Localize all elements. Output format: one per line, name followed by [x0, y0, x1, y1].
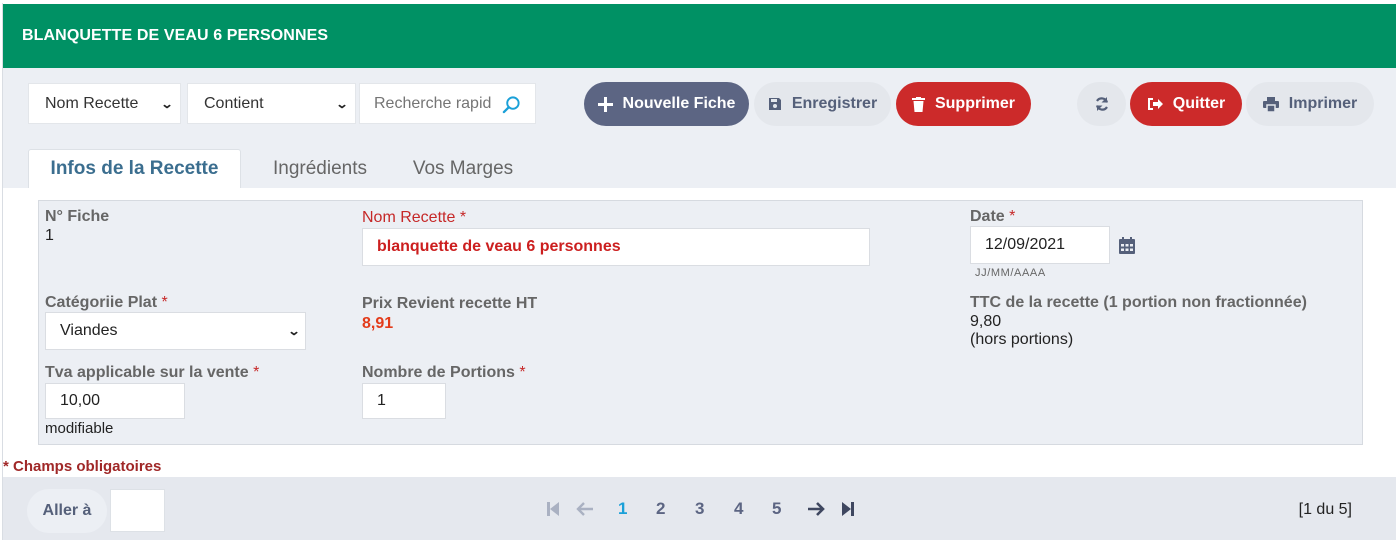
quit-label: Quitter — [1172, 95, 1226, 112]
delete-button[interactable]: Supprimer — [896, 82, 1031, 126]
window-title: BLANQUETTE DE VEAU 6 PERSONNES — [3, 4, 1396, 68]
cost-price-value: 8,91 — [362, 315, 394, 332]
refresh-icon — [1095, 97, 1108, 111]
required-marker: * — [1009, 208, 1016, 225]
search-field-select[interactable]: Nom Recette ⌄ — [28, 83, 181, 124]
required-fields-note: * Champs obligatoires — [3, 458, 162, 475]
next-page-icon[interactable] — [807, 501, 826, 517]
required-marker: * — [161, 294, 168, 311]
tva-note: modifiable — [45, 420, 114, 437]
page-link-5[interactable]: 5 — [772, 499, 781, 519]
pagination-bar: Aller à 1 2 3 4 5 [1 du 5] — [3, 477, 1396, 540]
required-marker: * — [519, 364, 526, 381]
chevron-down-icon: ⌄ — [160, 96, 174, 111]
delete-label: Supprimer — [934, 95, 1015, 112]
category-select-value: Viandes — [60, 322, 118, 339]
recipe-name-label: Nom Recette * — [362, 209, 466, 227]
tva-input[interactable]: 10,00 — [45, 383, 185, 419]
new-record-label: Nouvelle Fiche — [622, 95, 736, 112]
save-button[interactable]: Enregistrer — [754, 82, 891, 126]
chevron-down-icon: ⌄ — [287, 324, 301, 338]
quick-search-input[interactable]: Recherche rapide — [359, 83, 536, 124]
page-link-1[interactable]: 1 — [618, 499, 627, 519]
required-marker: * — [459, 209, 467, 226]
ttc-note: (hors portions) — [970, 331, 1074, 348]
page-link-4[interactable]: 4 — [734, 499, 743, 519]
quit-button[interactable]: Quitter — [1130, 82, 1242, 126]
search-operator-select[interactable]: Contient ⌄ — [187, 83, 356, 124]
refresh-button[interactable] — [1077, 82, 1126, 126]
first-page-icon[interactable] — [547, 501, 560, 517]
category-select[interactable]: Viandes ⌄ — [45, 312, 306, 350]
fiche-number-label: N° Fiche — [45, 208, 110, 225]
category-label-text: Catégoriie Plat — [45, 294, 158, 311]
ttc-label: TTC de la recette (1 portion non fractio… — [970, 294, 1307, 311]
tab-vos-marges[interactable]: Vos Marges — [398, 149, 528, 188]
last-page-icon[interactable] — [841, 501, 854, 517]
portions-label-text: Nombre de Portions — [362, 364, 515, 381]
plus-icon — [597, 96, 613, 112]
recipe-name-input[interactable]: blanquette de veau 6 personnes — [362, 228, 870, 266]
search-icon[interactable] — [502, 95, 521, 114]
printer-icon — [1262, 96, 1279, 112]
date-label-text: Date — [970, 208, 1005, 225]
portions-label: Nombre de Portions * — [362, 364, 526, 382]
new-record-button[interactable]: Nouvelle Fiche — [584, 82, 749, 126]
tva-label: Tva applicable sur la vente * — [45, 364, 259, 382]
date-format-hint: JJ/MM/AAAA — [975, 267, 1046, 279]
previous-page-icon[interactable] — [575, 501, 594, 517]
goto-button[interactable]: Aller à — [27, 489, 107, 533]
quick-search-placeholder: Recherche rapide — [374, 94, 492, 112]
date-label: Date * — [970, 208, 1015, 226]
ttc-value: 9,80 — [970, 313, 1002, 330]
tab-bar: Infos de la Recette Ingrédients Vos Marg… — [3, 140, 1396, 188]
required-marker: * — [253, 364, 260, 381]
chevron-down-icon: ⌄ — [335, 96, 349, 111]
print-label: Imprimer — [1288, 95, 1358, 112]
tva-label-text: Tva applicable sur la vente — [45, 364, 249, 381]
floppy-disk-icon — [768, 97, 782, 111]
page-link-2[interactable]: 2 — [656, 499, 665, 519]
fiche-number-value: 1 — [45, 227, 54, 244]
date-input[interactable]: 12/09/2021 — [970, 226, 1110, 264]
calendar-icon[interactable] — [1119, 237, 1135, 254]
cost-price-label: Prix Revient recette HT — [362, 295, 538, 312]
tab-ingredients[interactable]: Ingrédients — [255, 149, 385, 188]
tab-infos-recette[interactable]: Infos de la Recette — [28, 149, 241, 188]
category-label: Catégoriie Plat * — [45, 294, 168, 312]
save-label: Enregistrer — [791, 95, 878, 112]
portions-input[interactable]: 1 — [362, 383, 446, 419]
page-link-3[interactable]: 3 — [695, 499, 704, 519]
sign-out-icon — [1147, 97, 1163, 111]
print-button[interactable]: Imprimer — [1246, 82, 1374, 126]
goto-page-input[interactable] — [110, 489, 165, 532]
trash-icon — [911, 96, 925, 112]
recipe-name-label-text: Nom Recette — [362, 209, 456, 226]
toolbar: Nom Recette ⌄ Contient ⌄ Recherche rapid… — [3, 68, 1396, 140]
search-operator-select-value: Contient — [204, 94, 264, 112]
search-field-select-value: Nom Recette — [45, 94, 139, 112]
page-count: [1 du 5] — [1298, 501, 1352, 518]
recipe-info-panel: N° Fiche 1 Nom Recette * blanquette de v… — [38, 200, 1363, 445]
